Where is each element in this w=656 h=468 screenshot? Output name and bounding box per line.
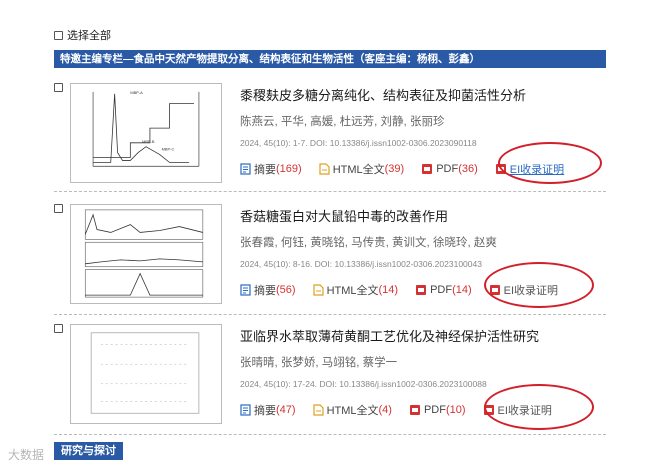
html-fulltext-link[interactable]: HTML全文 (14) <box>312 282 399 298</box>
article-item: 香菇糖蛋白对大鼠铅中毒的改善作用 张春霞, 何钰, 黄晓铭, 马传贵, 黄训文,… <box>54 204 606 304</box>
article-title[interactable]: 黍稷麸皮多糖分离纯化、结构表征及抑菌活性分析 <box>240 85 610 104</box>
thumbnail-chart-3 <box>90 332 200 414</box>
article-authors: 张春霞, 何钰, 黄晓铭, 马传贵, 黄训文, 徐晓玲, 赵爽 <box>240 237 497 249</box>
select-all-checkbox[interactable] <box>54 30 63 40</box>
article-checkbox[interactable] <box>54 204 63 213</box>
divider <box>54 434 606 435</box>
pdf-link[interactable]: PDF (36) <box>421 163 478 175</box>
html-count: (39) <box>384 163 405 175</box>
html-label: HTML全文 <box>326 405 379 417</box>
pdf-icon <box>489 285 500 295</box>
divider <box>54 314 606 315</box>
abstract-icon <box>240 284 251 296</box>
column-banner: 特邀主编专栏—食品中天然产物提取分离、结构表征和生物活性（客座主编：杨栩、彭鑫） <box>54 50 606 68</box>
article-item: MBP-A MBP-B MBP-C 黍稷麸皮多糖分离纯化、结构表征及抑菌活性分析… <box>54 83 606 183</box>
select-all-label: 选择全部 <box>67 30 111 42</box>
thumb-label: MBP-B <box>142 139 155 144</box>
article-item: 亚临界水萃取薄荷黄酮工艺优化及神经保护活性研究 张晴晴, 张梦娇, 马翊铭, 蔡… <box>54 324 606 424</box>
article-thumbnail[interactable]: MBP-A MBP-B MBP-C <box>70 83 222 183</box>
html-count: (4) <box>378 404 392 416</box>
section-tag[interactable]: 研究与探讨 <box>54 442 123 460</box>
pdf-label: PDF <box>423 404 446 416</box>
pdf-count: (14) <box>452 284 472 296</box>
pdf-count: (36) <box>458 163 478 175</box>
abstract-label: 摘要 <box>254 405 276 417</box>
pdf-link[interactable]: PDF (14) <box>415 284 472 296</box>
pdf-icon <box>483 405 494 415</box>
watermark-text: 大数据 <box>8 448 45 462</box>
html-label: HTML全文 <box>326 285 379 297</box>
article-citation: 2024, 45(10): 17-24. DOI: 10.13386/j.iss… <box>240 379 487 389</box>
abstract-label: 摘要 <box>254 164 276 176</box>
article-thumbnail[interactable] <box>70 324 222 424</box>
pdf-label: PDF <box>436 163 459 175</box>
article-authors: 陈燕云, 平华, 高媛, 杜远芳, 刘静, 张丽珍 <box>240 116 445 128</box>
pdf-count: (10) <box>445 404 466 416</box>
thumbnail-chart-1: MBP-A MBP-B MBP-C <box>92 90 200 167</box>
html-fulltext-link[interactable]: HTML全文 (4) <box>312 402 392 418</box>
abstract-link[interactable]: 摘要 (169) <box>240 161 302 177</box>
ei-proof-link[interactable]: EI收录证明 <box>489 282 558 298</box>
abstract-link[interactable]: 摘要 (56) <box>240 282 296 298</box>
thumb-label: MBP-A <box>130 90 143 95</box>
ei-proof-label: EI收录证明 <box>509 164 565 176</box>
watermark: 大数据 <box>8 446 44 463</box>
article-title[interactable]: 香菇糖蛋白对大鼠铅中毒的改善作用 <box>240 206 610 225</box>
ei-proof-label: EI收录证明 <box>497 405 552 417</box>
article-authors: 张晴晴, 张梦娇, 马翊铭, 蔡学一 <box>240 357 398 369</box>
abstract-count: (169) <box>276 163 302 175</box>
html-icon <box>312 284 324 296</box>
html-icon <box>312 404 324 416</box>
abstract-icon <box>240 163 251 175</box>
abstract-link[interactable]: 摘要 (47) <box>240 402 296 418</box>
article-checkbox[interactable] <box>54 83 63 92</box>
article-citation: 2024, 45(10): 1-7. DOI: 10.13386/j.issn1… <box>240 138 477 148</box>
select-all-row[interactable]: 选择全部 <box>54 27 111 43</box>
article-checkbox[interactable] <box>54 324 63 333</box>
html-fulltext-link[interactable]: HTML全文 (39) <box>319 161 405 177</box>
pdf-icon <box>409 405 420 415</box>
article-thumbnail[interactable] <box>70 204 222 304</box>
article-title[interactable]: 亚临界水萃取薄荷黄酮工艺优化及神经保护活性研究 <box>240 326 610 345</box>
abstract-label: 摘要 <box>254 285 276 297</box>
ei-proof-link[interactable]: EI收录证明 <box>483 402 552 418</box>
html-icon <box>319 163 330 175</box>
html-label: HTML全文 <box>332 164 385 176</box>
article-citation: 2024, 45(10): 8-16. DOI: 10.13386/j.issn… <box>240 259 482 269</box>
abstract-count: (47) <box>276 404 296 416</box>
pdf-icon <box>416 285 427 295</box>
thumbnail-chart-2 <box>84 209 204 298</box>
pdf-label: PDF <box>430 284 453 296</box>
abstract-count: (56) <box>276 284 296 296</box>
thumb-label: MBP-C <box>162 147 175 152</box>
pdf-link[interactable]: PDF (10) <box>409 404 466 416</box>
html-count: (14) <box>378 284 399 296</box>
abstract-icon <box>240 404 251 416</box>
pdf-icon <box>422 164 433 174</box>
ei-proof-label: EI收录证明 <box>503 285 559 297</box>
pdf-icon <box>495 164 506 174</box>
divider <box>54 191 606 192</box>
ei-proof-link[interactable]: EI收录证明 <box>495 161 564 177</box>
